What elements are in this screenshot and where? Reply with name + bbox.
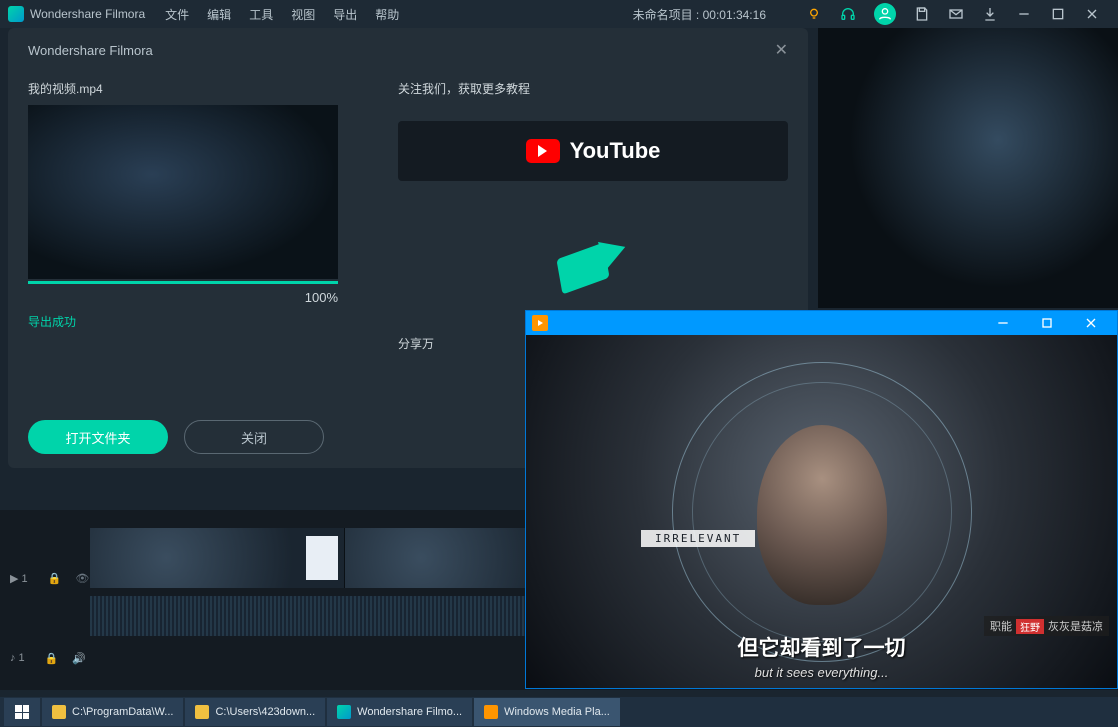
menu-export[interactable]: 导出 [333, 6, 357, 23]
app-logo: Wondershare Filmora [8, 6, 145, 22]
folder-icon [195, 705, 209, 719]
dialog-close-icon[interactable]: ✕ [775, 40, 788, 60]
subtitle-chinese: 但它却看到了一切 [526, 632, 1117, 662]
download-icon[interactable] [982, 6, 998, 22]
subtitle-english: but it sees everything... [526, 665, 1117, 680]
minimize-icon[interactable] [1016, 6, 1032, 22]
speaker-icon[interactable]: 🔊 [72, 652, 86, 665]
headphones-icon[interactable] [840, 6, 856, 22]
envelope-icon[interactable] [948, 6, 964, 22]
windows-icon [15, 705, 29, 719]
taskbar-item-label: Windows Media Pla... [504, 706, 610, 718]
follow-text: 关注我们，获取更多教程 [398, 80, 788, 97]
save-icon[interactable] [914, 6, 930, 22]
menu-help[interactable]: 帮助 [375, 6, 399, 23]
open-folder-button[interactable]: 打开文件夹 [28, 420, 168, 454]
youtube-icon [526, 139, 560, 163]
taskbar-item[interactable]: C:\Users\423down... [185, 698, 325, 726]
taskbar-item-label: Wondershare Filmo... [357, 706, 462, 718]
menu-edit[interactable]: 编辑 [207, 6, 231, 23]
youtube-label: YouTube [570, 138, 661, 164]
promo-graphic [398, 211, 788, 321]
maximize-icon[interactable] [1050, 6, 1066, 22]
menu-view[interactable]: 视图 [291, 6, 315, 23]
lock-icon[interactable]: 🔒 [48, 572, 62, 585]
media-player-titlebar[interactable] [526, 311, 1117, 335]
export-status: 导出成功 [28, 313, 338, 330]
youtube-link[interactable]: YouTube [398, 121, 788, 181]
close-icon[interactable] [1084, 6, 1100, 22]
export-thumbnail [28, 105, 338, 279]
taskbar-item-label: C:\Users\423down... [215, 706, 315, 718]
video-track-controls: ▶ 1 🔒 👁 [4, 570, 89, 587]
project-info: 未命名项目 : 00:01:34:16 [633, 6, 766, 23]
audio-track-label: ♪ 1 [4, 650, 31, 666]
app-title: Wondershare Filmora [30, 7, 145, 21]
taskbar-item[interactable]: C:\ProgramData\W... [42, 698, 183, 726]
menu-file[interactable]: 文件 [165, 6, 189, 23]
filmora-icon [337, 705, 351, 719]
taskbar-item-label: C:\ProgramData\W... [72, 706, 173, 718]
taskbar-item[interactable]: Windows Media Pla... [474, 698, 620, 726]
video-track-label: ▶ 1 [4, 570, 34, 587]
audio-track-controls: ♪ 1 🔒 🔊 [4, 650, 86, 666]
media-player-video[interactable]: IRRELEVANT 职能 狂野 灰灰是菇凉 但它却看到了一切 but it s… [526, 335, 1117, 688]
preview-panel [818, 28, 1118, 308]
media-player-icon [532, 315, 548, 331]
lock-icon[interactable]: 🔒 [45, 652, 59, 665]
media-player-window: IRRELEVANT 职能 狂野 灰灰是菇凉 但它却看到了一切 but it s… [525, 310, 1118, 689]
wmp-minimize-icon[interactable] [983, 312, 1023, 334]
video-subject [757, 425, 887, 605]
wmp-close-icon[interactable] [1071, 312, 1111, 334]
folder-icon [52, 705, 66, 719]
preview-frame [818, 28, 1118, 308]
export-progress-bar [28, 281, 338, 284]
user-avatar-icon[interactable] [874, 3, 896, 25]
top-icon-group [806, 3, 1100, 25]
wmp-maximize-icon[interactable] [1027, 312, 1067, 334]
taskbar-item[interactable]: Wondershare Filmo... [327, 698, 472, 726]
menu-tools[interactable]: 工具 [249, 6, 273, 23]
hud-label: IRRELEVANT [641, 530, 755, 547]
megaphone-icon [548, 231, 638, 301]
clip[interactable] [90, 528, 345, 588]
taskbar: C:\ProgramData\W... C:\Users\423down... … [0, 697, 1118, 727]
dialog-title: Wondershare Filmora [28, 43, 153, 58]
start-button[interactable] [4, 698, 40, 726]
close-button[interactable]: 关闭 [184, 420, 324, 454]
media-player-icon [484, 705, 498, 719]
export-filename: 我的视频.mp4 [28, 80, 338, 97]
menu-list: 文件 编辑 工具 视图 导出 帮助 [165, 6, 399, 23]
export-percent: 100% [28, 290, 338, 305]
menubar: Wondershare Filmora 文件 编辑 工具 视图 导出 帮助 未命… [0, 0, 1118, 28]
eye-icon[interactable]: 👁 [75, 572, 89, 585]
filmora-logo-icon [8, 6, 24, 22]
lightbulb-icon[interactable] [806, 6, 822, 22]
